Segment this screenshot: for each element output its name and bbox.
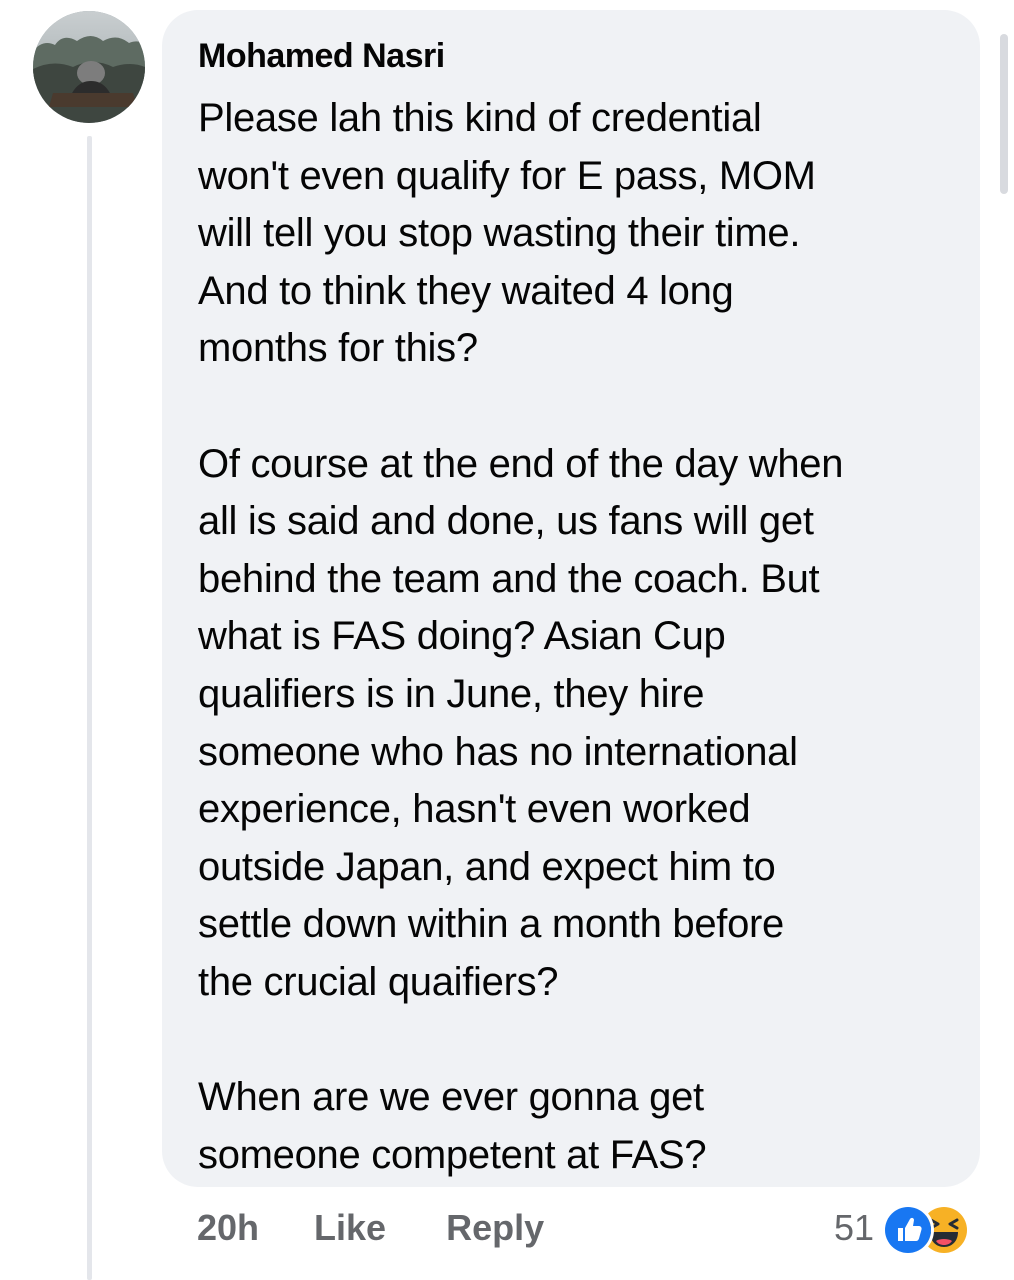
comment-line: months for this? xyxy=(198,326,478,371)
comment-line: will tell you stop wasting their time. xyxy=(198,211,801,256)
comment-line: someone who has no international xyxy=(198,729,798,774)
comment-line: outside Japan, and expect him to xyxy=(198,844,776,889)
comment-line: won't even qualify for E pass, MOM xyxy=(198,153,816,198)
reactions-summary[interactable]: 51 xyxy=(834,1200,982,1256)
comment-line: what is FAS doing? Asian Cup xyxy=(198,614,726,659)
comment-paragraph: When are we ever gonna get someone compe… xyxy=(198,1069,950,1184)
reply-button[interactable]: Reply xyxy=(446,1206,544,1250)
comment-paragraph: Please lah this kind of credential won't… xyxy=(198,90,950,378)
reaction-icons xyxy=(882,1200,982,1256)
comment-line: the crucial quaifiers? xyxy=(198,959,559,1004)
comment-line: all is said and done, us fans will get xyxy=(198,499,814,544)
comment-line: Please lah this kind of credential xyxy=(198,96,762,140)
thread-line xyxy=(87,136,92,1280)
scrollbar[interactable] xyxy=(1000,34,1008,194)
like-reaction-icon xyxy=(882,1204,935,1256)
like-button[interactable]: Like xyxy=(314,1206,386,1250)
comment-actions: 20h Like Reply xyxy=(197,1206,544,1250)
comment-line: qualifiers is in June, they hire xyxy=(198,671,705,716)
comment-line: When are we ever gonna get xyxy=(198,1075,704,1120)
comment-line: behind the team and the coach. But xyxy=(198,556,820,601)
comment-line: And to think they waited 4 long xyxy=(198,268,734,313)
comment-line: Of course at the end of the day when xyxy=(198,441,844,486)
timestamp[interactable]: 20h xyxy=(197,1206,259,1250)
comment-author[interactable]: Mohamed Nasri xyxy=(198,36,950,76)
reaction-count: 51 xyxy=(834,1207,875,1248)
comment-bubble: Mohamed Nasri Please lah this kind of cr… xyxy=(162,10,980,1187)
comment-text: Please lah this kind of credential won't… xyxy=(198,90,950,1184)
comment-paragraph: Of course at the end of the day when all… xyxy=(198,436,950,1012)
avatar[interactable] xyxy=(33,11,145,123)
comment-line: someone competent at FAS? xyxy=(198,1132,707,1177)
comment-line: experience, hasn't even worked xyxy=(198,787,751,832)
comment-line: settle down within a month before xyxy=(198,902,784,947)
